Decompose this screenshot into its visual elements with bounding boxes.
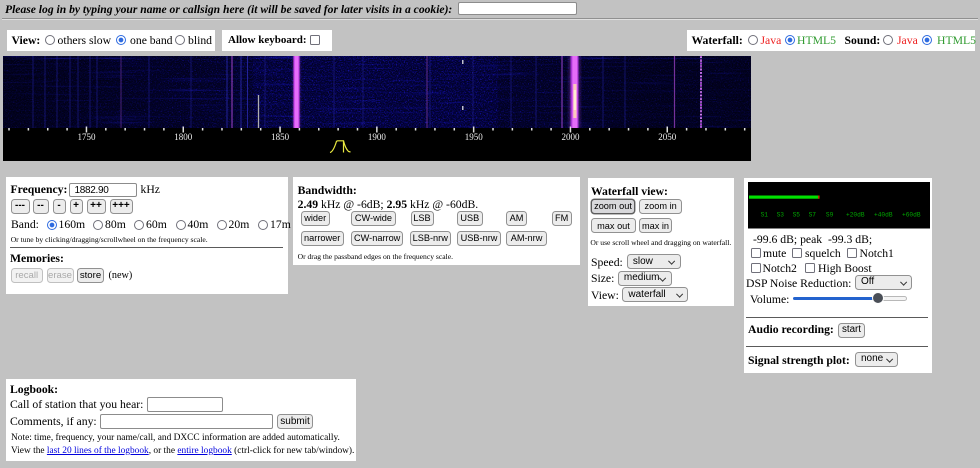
svg-text:+40dB: +40dB — [874, 212, 893, 219]
svg-text:S7: S7 — [809, 212, 817, 219]
svg-text:S3: S3 — [777, 212, 785, 219]
svg-text:S9: S9 — [826, 212, 834, 219]
svg-text:1800: 1800 — [174, 132, 193, 142]
svg-text:1850: 1850 — [271, 132, 290, 142]
svg-text:1950: 1950 — [465, 132, 484, 142]
svg-text:+60dB: +60dB — [902, 212, 921, 219]
svg-text:2050: 2050 — [658, 132, 677, 142]
svg-text:S1: S1 — [761, 212, 769, 219]
svg-text:1750: 1750 — [78, 132, 97, 142]
svg-text:2000: 2000 — [562, 132, 581, 142]
svg-text:+20dB: +20dB — [846, 212, 865, 219]
svg-text:S5: S5 — [793, 212, 801, 219]
svg-text:1900: 1900 — [368, 132, 387, 142]
